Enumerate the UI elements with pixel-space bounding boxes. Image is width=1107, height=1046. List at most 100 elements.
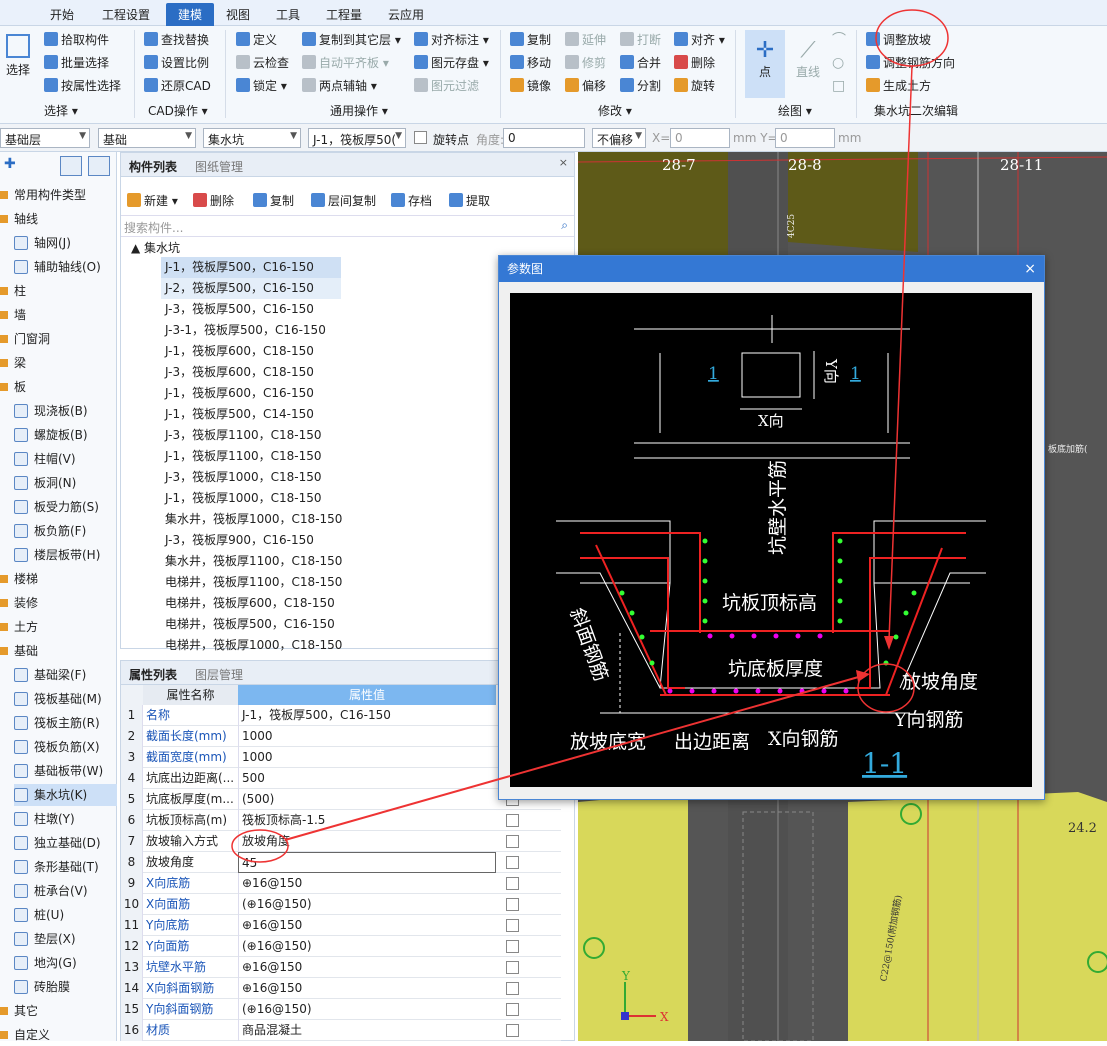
nav-subitem[interactable]: 板洞(N)	[14, 472, 76, 494]
nav-category[interactable]: 装修	[0, 592, 38, 614]
search-input[interactable]: 搜索构件... ⌕	[121, 215, 574, 237]
tab-drawing-manage[interactable]: 图纸管理	[195, 158, 243, 175]
nav-subitem[interactable]: 板受力筋(S)	[14, 496, 99, 518]
nav-subitem[interactable]: 筏板主筋(R)	[14, 712, 100, 734]
property-checkbox[interactable]	[506, 919, 519, 932]
nav-subitem[interactable]: 辅助轴线(O)	[14, 256, 101, 278]
tree-item[interactable]: J-1，筏板厚500，C14-150	[161, 404, 341, 425]
tab-layer-manage[interactable]: 图层管理	[195, 666, 243, 683]
arc-icon[interactable]: ⌒	[832, 32, 846, 48]
nav-subitem[interactable]: 筏板基础(M)	[14, 688, 102, 710]
tree-item[interactable]: J-1，筏板厚500，C16-150	[161, 257, 341, 278]
nav-subitem[interactable]: 柱墩(Y)	[14, 808, 75, 830]
tab-cloud[interactable]: 云应用	[388, 6, 424, 23]
define-button[interactable]: 定义	[236, 32, 277, 48]
lock-button[interactable]: 锁定 ▾	[236, 78, 287, 94]
tree-item[interactable]: 电梯井，筏板厚500，C16-150	[161, 614, 341, 635]
tree-item[interactable]: J-1，筏板厚1100，C18-150	[161, 446, 341, 467]
list-view-icon[interactable]	[60, 156, 82, 176]
tree-item[interactable]: J-3，筏板厚500，C16-150	[161, 299, 341, 320]
nav-subitem[interactable]: 独立基础(D)	[14, 832, 101, 854]
tree-item[interactable]: 电梯井，筏板厚600，C18-150	[161, 593, 341, 614]
tab-tools[interactable]: 工具	[276, 6, 300, 23]
nav-category[interactable]: 门窗洞	[0, 328, 50, 350]
tree-item[interactable]: J-1，筏板厚600，C18-150	[161, 341, 341, 362]
tree-item[interactable]: J-3，筏板厚1100，C18-150	[161, 425, 341, 446]
property-checkbox[interactable]	[506, 856, 519, 869]
nav-subitem[interactable]: 集水坑(K)	[14, 784, 117, 806]
tab-property-list[interactable]: 属性列表	[129, 666, 177, 683]
tab-quantity[interactable]: 工程量	[326, 6, 362, 23]
angle-input[interactable]: 0	[503, 128, 585, 148]
property-checkbox[interactable]	[506, 982, 519, 995]
nav-category[interactable]: 其它	[0, 1000, 38, 1022]
close-icon[interactable]: ×	[1024, 256, 1036, 282]
rotate-point-checkbox[interactable]	[414, 131, 427, 144]
nav-category[interactable]: 墙	[0, 304, 26, 326]
nav-subitem[interactable]: 轴网(J)	[14, 232, 71, 254]
nav-category[interactable]: 楼梯	[0, 568, 38, 590]
nav-subitem[interactable]: 基础梁(F)	[14, 664, 86, 686]
property-value[interactable]: ⊕16@150	[238, 873, 496, 894]
copy-button[interactable]: 复制	[510, 32, 551, 48]
restore-cad-button[interactable]: 还原CAD	[144, 78, 211, 94]
delete-component-button[interactable]: 删除	[193, 192, 234, 209]
search-icon[interactable]: ⌕	[561, 218, 568, 233]
tab-component-list[interactable]: 构件列表	[129, 158, 177, 175]
line-button[interactable]: ⟋ 直线	[790, 30, 826, 98]
adjust-rebar-button[interactable]: 调整钢筋方向	[866, 55, 955, 71]
property-value[interactable]: 放坡角度	[238, 831, 496, 852]
nav-subitem[interactable]: 现浇板(B)	[14, 400, 88, 422]
nav-subitem[interactable]: 桩(U)	[14, 904, 64, 926]
type-select[interactable]: 集水坑 ▼	[203, 128, 301, 148]
property-value[interactable]: 筏板顶标高-1.5	[238, 810, 496, 831]
property-value[interactable]: 商品混凝土	[238, 1020, 496, 1041]
nav-subitem[interactable]: 筏板负筋(X)	[14, 736, 100, 758]
dialog-title-bar[interactable]: 参数图 ×	[499, 256, 1044, 282]
point-button[interactable]: ✛ 点	[745, 30, 785, 98]
property-value[interactable]: (⊕16@150)	[238, 894, 496, 915]
nav-category[interactable]: 梁	[0, 352, 26, 374]
adjust-slope-button[interactable]: 调整放坡	[866, 32, 931, 48]
property-value[interactable]: 1000	[238, 747, 496, 768]
nav-subitem[interactable]: 螺旋板(B)	[14, 424, 88, 446]
set-scale-button[interactable]: 设置比例	[144, 55, 209, 71]
nav-category[interactable]: 板	[0, 376, 26, 398]
extract-button[interactable]: 提取	[449, 192, 490, 209]
property-value[interactable]: ⊕16@150	[238, 915, 496, 936]
nav-category[interactable]: 土方	[0, 616, 38, 638]
element-filter-button[interactable]: 图元过滤	[414, 78, 479, 94]
trim-button[interactable]: 修剪	[565, 55, 606, 71]
circle-icon[interactable]: ○	[832, 55, 844, 71]
property-value[interactable]: (⊕16@150)	[238, 999, 496, 1020]
tree-item[interactable]: 电梯井，筏板厚1000，C18-150	[161, 635, 342, 656]
nav-subitem[interactable]: 楼层板带(H)	[14, 544, 100, 566]
add-icon[interactable]: ✚	[4, 156, 16, 172]
property-value[interactable]: ⊕16@150	[238, 957, 496, 978]
category-select[interactable]: 基础 ▼	[98, 128, 196, 148]
align-label-button[interactable]: 对齐标注 ▾	[414, 32, 489, 48]
generate-earth-button[interactable]: 生成土方	[866, 78, 931, 94]
tree-item[interactable]: 集水井，筏板厚1100，C18-150	[161, 551, 342, 572]
property-checkbox[interactable]	[506, 898, 519, 911]
tree-item[interactable]: J-2，筏板厚500，C16-150	[161, 278, 341, 299]
tree-item[interactable]: J-1，筏板厚1000，C18-150	[161, 488, 341, 509]
rect-icon[interactable]: □	[832, 78, 845, 94]
tree-item[interactable]: J-3-1，筏板厚500，C16-150	[161, 320, 341, 341]
component-select[interactable]: J-1，筏板厚50(▼	[308, 128, 406, 148]
merge-button[interactable]: 合并	[620, 55, 661, 71]
select-by-prop-button[interactable]: 按属性选择	[44, 78, 121, 94]
nav-subitem[interactable]: 砖胎膜	[14, 976, 70, 998]
property-checkbox[interactable]	[506, 835, 519, 848]
property-value[interactable]: 1000	[238, 726, 496, 747]
break-button[interactable]: 打断	[620, 32, 661, 48]
tree-root[interactable]: ▲ 集水坑	[131, 239, 180, 256]
two-point-axis-button[interactable]: 两点辅轴 ▾	[302, 78, 377, 94]
property-checkbox[interactable]	[506, 961, 519, 974]
property-value[interactable]: ⊕16@150	[238, 978, 496, 999]
nav-subitem[interactable]: 基础板带(W)	[14, 760, 103, 782]
offset-select[interactable]: 不偏移 ▼	[592, 128, 646, 148]
property-checkbox[interactable]	[506, 877, 519, 890]
nav-category[interactable]: 基础	[0, 640, 38, 662]
nav-subitem[interactable]: 柱帽(V)	[14, 448, 76, 470]
